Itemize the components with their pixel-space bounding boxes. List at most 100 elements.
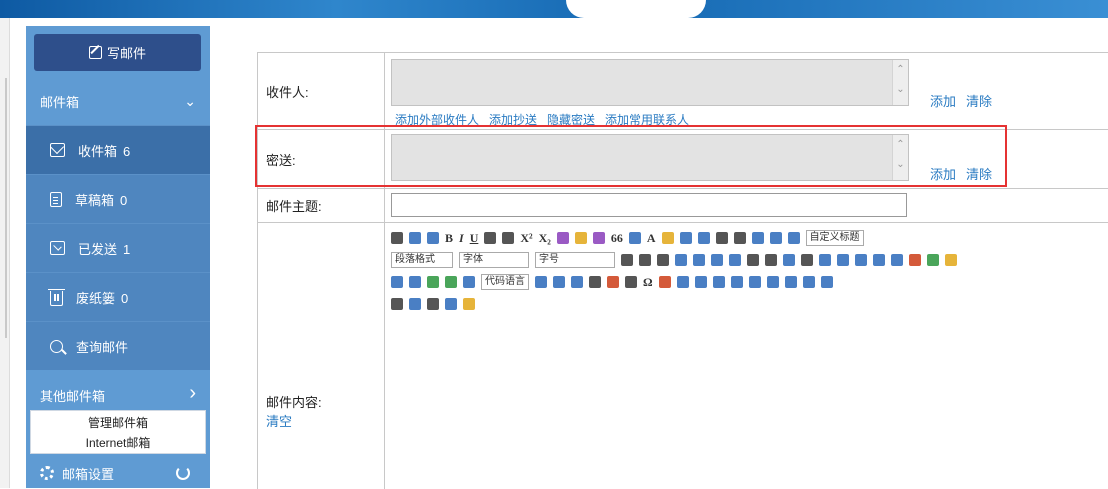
- underline-icon[interactable]: U: [470, 231, 479, 246]
- print-icon[interactable]: [391, 298, 403, 310]
- line-height-icon[interactable]: [787, 232, 800, 244]
- music-icon[interactable]: [391, 276, 403, 288]
- justify-icon[interactable]: [729, 254, 741, 266]
- align-left-icon[interactable]: [675, 254, 687, 266]
- image-left-icon[interactable]: [837, 254, 849, 266]
- time-icon[interactable]: [625, 276, 637, 288]
- bcc-field[interactable]: ⌃ ⌄: [391, 134, 909, 181]
- find-replace-icon[interactable]: [427, 298, 439, 310]
- delete-row-icon[interactable]: [748, 276, 761, 288]
- sidebar-item-trash[interactable]: 废纸篓 0: [26, 272, 210, 321]
- superscript-icon[interactable]: X²: [520, 231, 532, 246]
- iframe-icon[interactable]: [463, 276, 475, 288]
- drafts-icon[interactable]: [463, 298, 475, 310]
- select-all-icon[interactable]: [715, 232, 728, 244]
- indent-icon[interactable]: [657, 254, 669, 266]
- mailbox-section-header[interactable]: 邮件箱 ⌄: [26, 77, 210, 125]
- delete-col-icon[interactable]: [784, 276, 797, 288]
- attachment-icon[interactable]: [409, 276, 421, 288]
- ordered-list-icon[interactable]: [679, 232, 692, 244]
- eraser-icon[interactable]: [556, 232, 569, 244]
- menu-item-manage-mailbox[interactable]: 管理邮件箱: [31, 413, 205, 433]
- add-external-recipient-link[interactable]: 添加外部收件人: [395, 113, 479, 127]
- row-spacing-bottom-icon[interactable]: [769, 232, 782, 244]
- subscript-icon[interactable]: X₂: [539, 231, 551, 246]
- page-break-icon[interactable]: [535, 276, 547, 288]
- highlight-icon[interactable]: [661, 232, 674, 244]
- wordimage-icon[interactable]: [676, 276, 689, 288]
- strikethrough-icon[interactable]: [502, 232, 515, 244]
- add-recipient-link[interactable]: 添加: [930, 94, 956, 109]
- recipients-scrollbar[interactable]: ⌃ ⌄: [892, 60, 908, 105]
- clear-content-link[interactable]: 清空: [266, 412, 322, 431]
- mailbox-settings[interactable]: 邮箱设置: [26, 458, 210, 488]
- clear-doc-icon[interactable]: [733, 232, 746, 244]
- sidebar-item-search[interactable]: 查询邮件: [26, 321, 210, 370]
- clear-recipient-link[interactable]: 清除: [966, 94, 992, 109]
- insert-image-icon[interactable]: [909, 254, 921, 266]
- align-right-icon[interactable]: [711, 254, 723, 266]
- font-size-select[interactable]: 字号: [535, 252, 615, 268]
- unlink-icon[interactable]: [801, 254, 813, 266]
- video-icon[interactable]: [427, 276, 439, 288]
- font-color-icon[interactable]: A: [647, 231, 656, 246]
- anchor-icon[interactable]: [819, 254, 831, 266]
- font-family-select[interactable]: 字体: [459, 252, 529, 268]
- ltr-icon[interactable]: [621, 254, 633, 266]
- code-language-select[interactable]: 代码语言: [481, 274, 529, 290]
- template-icon[interactable]: [571, 276, 583, 288]
- html-icon[interactable]: [391, 232, 403, 244]
- sidebar-item-inbox[interactable]: 收件箱 6: [26, 125, 210, 174]
- row-spacing-top-icon[interactable]: [751, 232, 764, 244]
- bcc-scrollbar[interactable]: ⌃ ⌄: [892, 135, 908, 180]
- merge-cells-icon[interactable]: [802, 276, 815, 288]
- multi-image-icon[interactable]: [927, 254, 939, 266]
- insert-table-icon[interactable]: [694, 276, 707, 288]
- split-cells-icon[interactable]: [820, 276, 833, 288]
- map-icon[interactable]: [445, 276, 457, 288]
- scrawl-icon[interactable]: [658, 276, 671, 288]
- clear-bcc-link[interactable]: 清除: [966, 167, 992, 182]
- image-center-icon[interactable]: [891, 254, 903, 266]
- format-brush-icon[interactable]: [574, 232, 587, 244]
- insert-col-icon[interactable]: [766, 276, 779, 288]
- menu-item-internet-mailbox[interactable]: Internet邮箱: [31, 433, 205, 453]
- custom-heading-select[interactable]: 自定义标题: [805, 230, 864, 246]
- preview-icon[interactable]: [409, 298, 421, 310]
- image-none-icon[interactable]: [873, 254, 885, 266]
- horizontal-rule-icon[interactable]: [589, 276, 601, 288]
- date-icon[interactable]: [607, 276, 619, 288]
- help-icon[interactable]: [445, 298, 457, 310]
- background-icon[interactable]: [553, 276, 565, 288]
- link-icon[interactable]: [783, 254, 795, 266]
- sidebar-item-sent[interactable]: 已发送 1: [26, 223, 210, 272]
- delete-table-icon[interactable]: [712, 276, 725, 288]
- add-frequent-contacts-link[interactable]: 添加常用联系人: [605, 113, 689, 127]
- sidebar-item-drafts[interactable]: 草稿箱 0: [26, 174, 210, 223]
- image-right-icon[interactable]: [855, 254, 867, 266]
- compose-button[interactable]: 写邮件: [34, 34, 201, 71]
- subject-input[interactable]: [391, 193, 907, 217]
- left-scrollbar[interactable]: [0, 18, 10, 488]
- bold-icon[interactable]: B: [445, 231, 453, 246]
- add-bcc-link[interactable]: 添加: [930, 167, 956, 182]
- special-chars-icon[interactable]: Ω: [643, 275, 653, 290]
- emoji-icon[interactable]: [945, 254, 957, 266]
- hide-bcc-link[interactable]: 隐藏密送: [547, 113, 595, 127]
- italic-icon[interactable]: I: [459, 231, 464, 246]
- border-icon[interactable]: [484, 232, 497, 244]
- auto-format-icon[interactable]: [592, 232, 605, 244]
- rtl-icon[interactable]: [639, 254, 651, 266]
- lowercase-icon[interactable]: [765, 254, 777, 266]
- add-cc-link[interactable]: 添加抄送: [489, 113, 537, 127]
- paste-text-icon[interactable]: [628, 232, 641, 244]
- blockquote-icon[interactable]: 66: [611, 231, 623, 246]
- paragraph-format-select[interactable]: 段落格式: [391, 252, 453, 268]
- redo-icon[interactable]: [427, 232, 439, 244]
- insert-row-icon[interactable]: [730, 276, 743, 288]
- recipients-field[interactable]: ⌃ ⌄: [391, 59, 909, 106]
- align-center-icon[interactable]: [693, 254, 705, 266]
- refresh-icon[interactable]: [176, 466, 190, 480]
- uppercase-icon[interactable]: [747, 254, 759, 266]
- unordered-list-icon[interactable]: [697, 232, 710, 244]
